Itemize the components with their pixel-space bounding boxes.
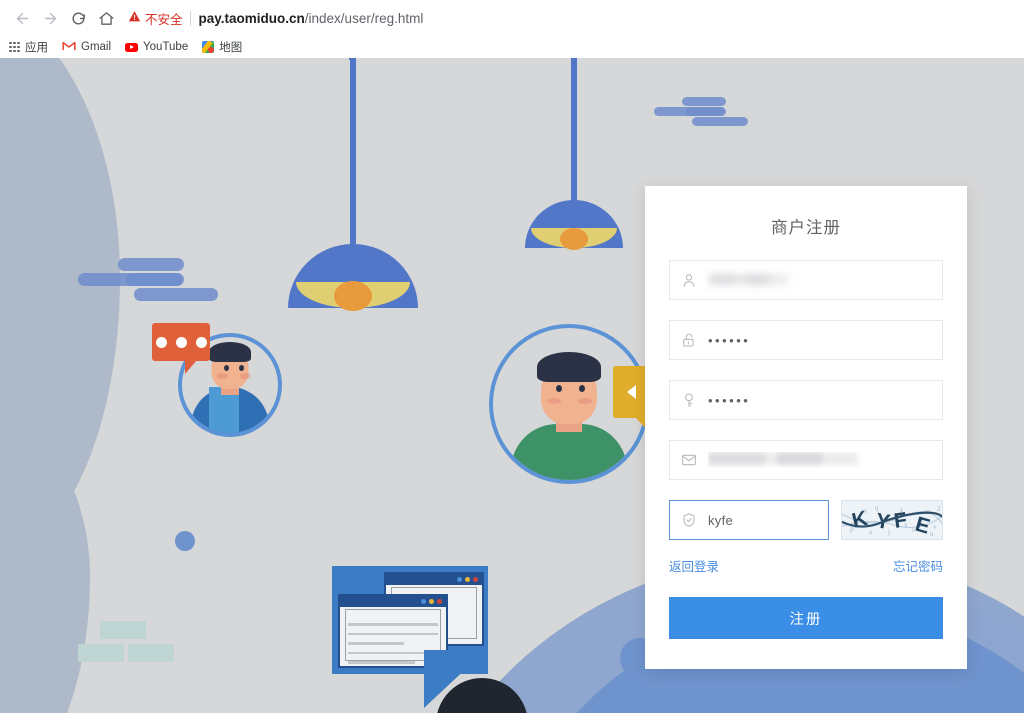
bubble-dot bbox=[176, 337, 187, 348]
avatar-eye-right bbox=[239, 365, 244, 371]
window-dot bbox=[437, 599, 442, 604]
account-field[interactable] bbox=[669, 260, 943, 300]
mini-window-titlebar bbox=[340, 596, 446, 607]
lamp-bulb bbox=[560, 228, 588, 250]
reload-button[interactable] bbox=[64, 4, 92, 32]
arrow-left-icon bbox=[14, 10, 31, 27]
cloud-right bbox=[654, 97, 748, 133]
bookmark-label: YouTube bbox=[143, 41, 188, 53]
maps-icon bbox=[202, 41, 214, 53]
lamp-cord bbox=[349, 58, 355, 60]
forgot-password-link[interactable]: 忘记密码 bbox=[893, 556, 943, 575]
user-icon bbox=[670, 272, 708, 288]
url-path: /index/user/reg.html bbox=[305, 11, 424, 26]
youtube-icon bbox=[125, 43, 138, 52]
avatar-eye-right bbox=[579, 385, 585, 392]
submit-wrapper: 注册 bbox=[645, 597, 967, 639]
gmail-icon bbox=[62, 40, 76, 54]
bookmark-youtube[interactable]: YouTube bbox=[118, 36, 195, 58]
shield-check-icon bbox=[670, 512, 708, 528]
registration-card: 商户注册 •••••• •••••• bbox=[645, 186, 967, 669]
back-to-login-link[interactable]: 返回登录 bbox=[669, 556, 719, 575]
window-dot bbox=[421, 599, 426, 604]
captcha-row: kyfe pwq jzs mva xde bbox=[669, 500, 943, 540]
pendant-lamp-right bbox=[525, 58, 623, 248]
decorative-brick-right bbox=[128, 644, 174, 662]
lamp-cord bbox=[350, 58, 356, 248]
bubble-dot bbox=[196, 337, 207, 348]
reload-icon bbox=[70, 10, 87, 27]
captcha-value[interactable]: kyfe bbox=[708, 513, 828, 528]
avatar-cheek-right bbox=[240, 373, 251, 379]
back-button[interactable] bbox=[8, 4, 36, 32]
url-host: pay.taomiduo.cn bbox=[199, 11, 305, 26]
bookmark-label: 应用 bbox=[25, 39, 48, 55]
window-dot bbox=[429, 599, 434, 604]
email-value[interactable] bbox=[708, 452, 942, 468]
forward-button[interactable] bbox=[36, 4, 64, 32]
bookmarks-bar: 应用 Gmail YouTube 地图 bbox=[0, 36, 1024, 58]
browser-chrome: 不安全 pay.taomiduo.cn/index/user/reg.html … bbox=[0, 0, 1024, 58]
email-redaction bbox=[708, 452, 858, 465]
address-bar[interactable]: 不安全 pay.taomiduo.cn/index/user/reg.html bbox=[128, 5, 1016, 31]
unlock-icon bbox=[670, 332, 708, 348]
avatar-hair bbox=[209, 342, 251, 362]
browser-toolbar: 不安全 pay.taomiduo.cn/index/user/reg.html bbox=[0, 0, 1024, 36]
bookmark-maps[interactable]: 地图 bbox=[195, 36, 249, 58]
warning-triangle-icon bbox=[128, 10, 141, 26]
bubble-dot bbox=[156, 337, 167, 348]
avatar-cheek-left bbox=[547, 398, 561, 404]
lamp-cord bbox=[571, 58, 577, 203]
confirm-password-field[interactable]: •••••• bbox=[669, 380, 943, 420]
lamp-bulb bbox=[334, 281, 372, 311]
envelope-icon bbox=[670, 452, 708, 468]
avatar-cheek-left bbox=[217, 373, 228, 379]
window-dot bbox=[465, 577, 470, 582]
pendant-lamp-left bbox=[288, 58, 418, 308]
decorative-brick-top bbox=[100, 621, 146, 639]
registration-form: •••••• •••••• bbox=[645, 260, 967, 540]
security-warning[interactable]: 不安全 bbox=[128, 9, 190, 28]
svg-text:v: v bbox=[933, 523, 937, 531]
home-button[interactable] bbox=[92, 4, 120, 32]
avatar-cheek-right bbox=[578, 398, 592, 404]
url-text: pay.taomiduo.cn/index/user/reg.html bbox=[199, 11, 424, 26]
key-icon bbox=[670, 392, 708, 408]
password-field[interactable]: •••••• bbox=[669, 320, 943, 360]
password-value[interactable]: •••••• bbox=[708, 333, 942, 348]
bookmark-label: 地图 bbox=[219, 39, 242, 55]
speech-bubble-orange bbox=[152, 323, 210, 361]
security-label: 不安全 bbox=[145, 9, 183, 28]
bookmark-label: Gmail bbox=[81, 41, 111, 53]
captcha-image[interactable]: pwq jzs mva xde 27n K Y F E bbox=[841, 500, 943, 540]
captcha-field[interactable]: kyfe bbox=[669, 500, 829, 540]
email-field[interactable] bbox=[669, 440, 943, 480]
pendant-lamp-far-left bbox=[345, 58, 359, 60]
arrow-right-icon bbox=[42, 10, 59, 27]
page-title: 商户注册 bbox=[645, 186, 967, 238]
avatar-eye-left bbox=[556, 385, 562, 392]
bookmark-apps[interactable]: 应用 bbox=[2, 36, 55, 58]
account-value[interactable] bbox=[708, 273, 942, 288]
avatar-body bbox=[511, 424, 627, 480]
window-dot bbox=[473, 577, 478, 582]
svg-text:n: n bbox=[930, 530, 934, 538]
avatar-hair bbox=[537, 352, 601, 382]
bookmark-gmail[interactable]: Gmail bbox=[55, 36, 118, 58]
window-dot bbox=[457, 577, 462, 582]
card-links: 返回登录 忘记密码 bbox=[645, 556, 967, 575]
cloud-left bbox=[78, 258, 218, 310]
svg-text:2: 2 bbox=[937, 505, 941, 513]
decorative-dot-blue bbox=[175, 531, 195, 551]
mini-window-titlebar bbox=[386, 574, 482, 585]
decorative-brick-left bbox=[78, 644, 124, 662]
omnibox-divider bbox=[190, 11, 191, 26]
home-icon bbox=[98, 10, 115, 27]
page-viewport: 商户注册 •••••• •••••• bbox=[0, 58, 1024, 713]
avatar-eye-left bbox=[224, 365, 229, 371]
confirm-password-value[interactable]: •••••• bbox=[708, 393, 942, 408]
apps-grid-icon bbox=[9, 42, 20, 53]
register-button[interactable]: 注册 bbox=[669, 597, 943, 639]
